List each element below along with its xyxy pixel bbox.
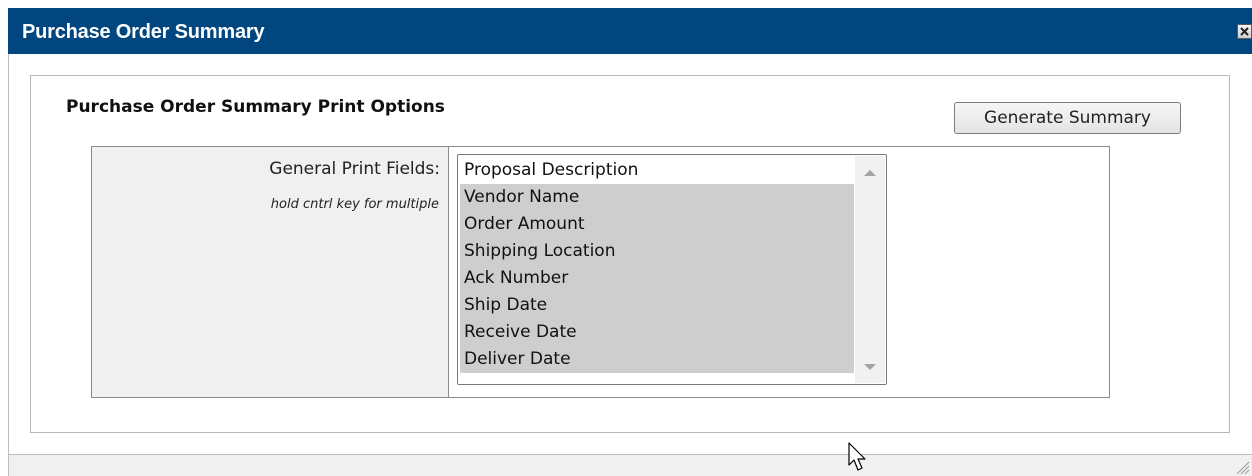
mouse-cursor-icon xyxy=(848,442,866,471)
resize-grip-icon[interactable] xyxy=(1232,460,1250,474)
general-print-fields-listbox[interactable]: Proposal Description Vendor Name Order A… xyxy=(457,154,887,385)
close-icon xyxy=(1240,27,1249,36)
list-option-deliver-date[interactable]: Deliver Date xyxy=(460,346,854,373)
scroll-up-arrow-icon[interactable] xyxy=(864,170,876,176)
scroll-down-arrow-icon[interactable] xyxy=(864,364,876,370)
dialog-title: Purchase Order Summary xyxy=(22,21,265,43)
dialog-footer xyxy=(8,454,1252,476)
list-option-vendor-name[interactable]: Vendor Name xyxy=(460,184,854,211)
general-print-fields-label: General Print Fields: xyxy=(269,159,440,179)
purchase-order-summary-dialog: Purchase Order Summary Purchase Order Su… xyxy=(0,0,1252,476)
list-option-proposal-description[interactable]: Proposal Description xyxy=(460,157,854,184)
close-button[interactable] xyxy=(1237,24,1252,39)
list-option-ack-number[interactable]: Ack Number xyxy=(460,265,854,292)
multi-select-hint: hold cntrl key for multiple xyxy=(270,197,439,212)
list-option-order-amount[interactable]: Order Amount xyxy=(460,211,854,238)
list-option-shipping-location[interactable]: Shipping Location xyxy=(460,238,854,265)
list-option-receive-date[interactable]: Receive Date xyxy=(460,319,854,346)
listbox-scrollbar[interactable] xyxy=(855,156,885,383)
label-cell: General Print Fields: hold cntrl key for… xyxy=(92,147,449,397)
dialog-titlebar[interactable]: Purchase Order Summary xyxy=(8,8,1252,54)
generate-summary-button[interactable]: Generate Summary xyxy=(954,102,1181,134)
section-title: Purchase Order Summary Print Options xyxy=(66,97,445,117)
list-option-ship-date[interactable]: Ship Date xyxy=(460,292,854,319)
